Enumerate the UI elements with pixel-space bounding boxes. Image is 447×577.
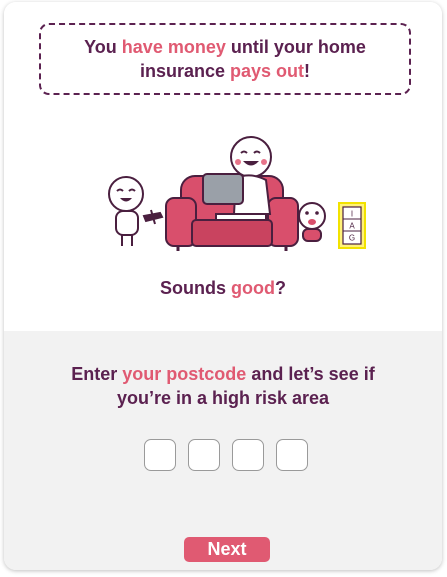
prompt-highlight: your postcode — [122, 364, 247, 384]
promo-banner: You have money until your home insurance… — [39, 23, 411, 95]
onboarding-card: You have money until your home insurance… — [4, 2, 442, 570]
question-text-part1: Sounds — [160, 278, 231, 298]
sounds-good-question: Sounds good? — [4, 278, 442, 299]
banner-highlight-money: have money — [121, 37, 226, 57]
sign-letter-a: A — [349, 222, 355, 231]
next-button[interactable]: Next — [184, 537, 270, 562]
baby-figure — [298, 202, 326, 242]
banner-highlight-payout: pays out — [230, 61, 305, 81]
question-text-part2: ? — [274, 278, 286, 298]
child-figure — [108, 176, 164, 246]
question-highlight: good — [231, 278, 275, 298]
postcode-input-group — [144, 439, 308, 471]
prompt-text-part1: Enter — [71, 364, 123, 384]
sign-letter-i: I — [351, 210, 353, 219]
postcode-digit-1[interactable] — [144, 439, 176, 471]
top-panel: You have money until your home insurance… — [4, 2, 442, 331]
banner-text: You have money until your home insurance… — [65, 35, 385, 83]
family-on-sofa-illustration: I A G — [108, 136, 366, 251]
iag-sign: I A G — [338, 202, 366, 249]
postcode-digit-4[interactable] — [276, 439, 308, 471]
sign-letter-g: G — [349, 234, 355, 243]
postcode-digit-3[interactable] — [232, 439, 264, 471]
banner-text-part1: You — [84, 37, 122, 57]
banner-text-part3: ! — [304, 61, 311, 81]
postcode-prompt: Enter your postcode and let’s see if you… — [64, 362, 382, 410]
postcode-digit-2[interactable] — [188, 439, 220, 471]
